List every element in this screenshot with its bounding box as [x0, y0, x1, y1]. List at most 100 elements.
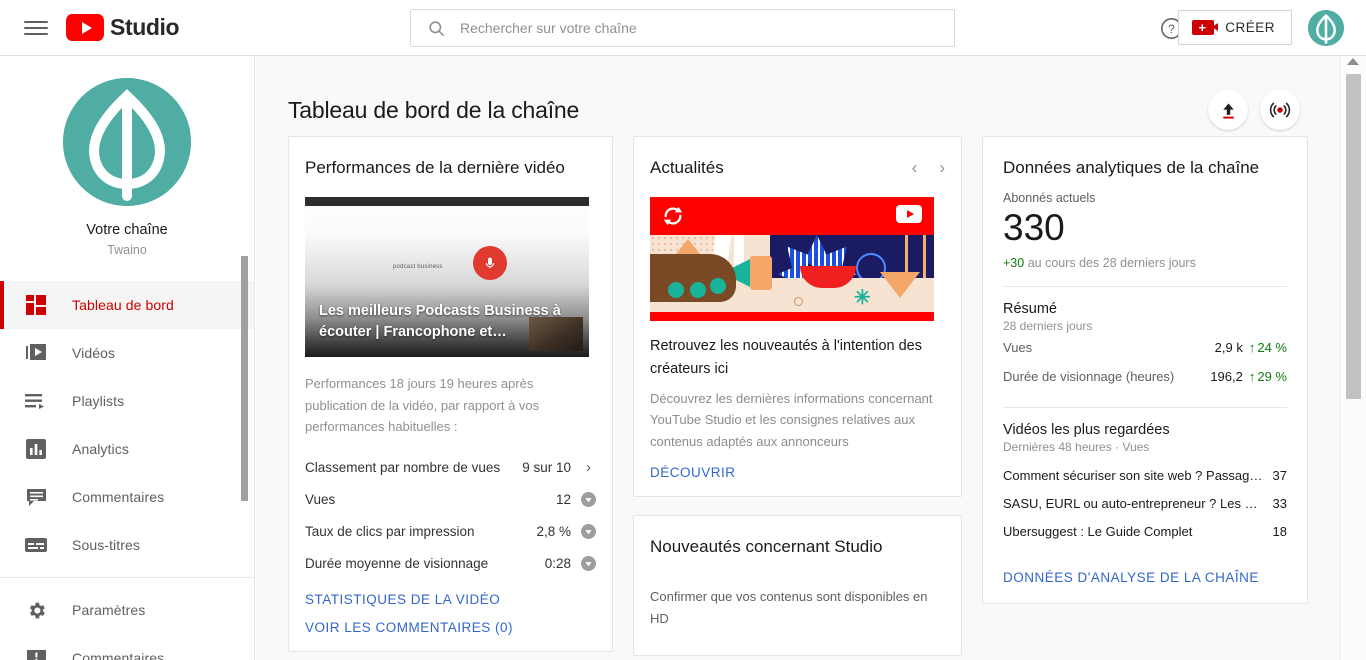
sidebar-item-label: Paramètres	[72, 602, 146, 619]
sidebar-item-feedback[interactable]: Commentaires	[0, 634, 254, 660]
news-header: Actualités ‹ ›	[650, 157, 945, 179]
chevron-left-icon[interactable]: ‹	[912, 158, 918, 178]
browser-chrome-bar	[305, 197, 589, 207]
news-carousel-controls: ‹ ›	[912, 158, 945, 178]
top-video-row[interactable]: Comment sécuriser son site web ? Passag……	[1003, 462, 1287, 490]
channel-analytics-link[interactable]: DONNÉES D'ANALYSE DE LA CHAÎNE	[1003, 546, 1287, 585]
header-actions	[1208, 90, 1300, 130]
top-video-row[interactable]: Ubersuggest : Le Guide Complet 18	[1003, 518, 1287, 546]
stat-label: Taux de clics par impression	[305, 523, 475, 539]
main-content: Tableau de bord de la chaîne Performance…	[256, 56, 1340, 660]
video-thumbnail[interactable]: podcast business Les meilleurs Podcasts …	[305, 197, 589, 358]
last-video-card: Performances de la dernière vidéo podcas…	[288, 136, 613, 653]
hamburger-icon[interactable]	[24, 19, 48, 37]
summary-row-watchtime: Durée de visionnage (heures) 196,2 ↑ 29 …	[1003, 362, 1287, 391]
channel-name: Twaino	[107, 243, 147, 258]
page-scrollbar[interactable]	[1340, 56, 1366, 660]
stat-label: Classement par nombre de vues	[305, 459, 501, 475]
card-title: Performances de la dernière vidéo	[305, 158, 565, 177]
sidebar-item-videos[interactable]: Vidéos	[0, 329, 254, 377]
top-bar: Studio ? + CRÉER	[0, 0, 1366, 56]
summary-value: 2,9 k	[1214, 339, 1243, 355]
leaf-icon	[63, 78, 191, 206]
sidebar-item-label: Playlists	[72, 393, 125, 410]
search-input[interactable]	[460, 20, 954, 36]
summary-period: 28 derniers jours	[1003, 318, 1093, 333]
studio-news-item[interactable]: Confirmer que vos contenus sont disponib…	[650, 586, 945, 629]
news-discover-link[interactable]: DÉCOUVRIR	[650, 452, 945, 480]
top-video-title: SASU, EURL ou auto-entrepreneur ? Les gr…	[1003, 496, 1273, 512]
upload-button[interactable]	[1208, 90, 1248, 130]
top-video-views: 37	[1272, 468, 1287, 484]
divider	[1003, 285, 1287, 287]
top-videos-period: Dernières 48 heures · Vues	[1003, 439, 1150, 454]
trend-up-icon: ↑	[1248, 339, 1256, 355]
youtube-studio-logo[interactable]: Studio	[66, 14, 180, 41]
main-header: Tableau de bord de la chaîne	[256, 56, 1340, 136]
top-videos-title: Vidéos les plus regardées	[1003, 421, 1170, 438]
page-title: Tableau de bord de la chaîne	[288, 96, 580, 123]
summary-label: Durée de visionnage (heures)	[1003, 368, 1175, 384]
dashboard-icon	[24, 293, 48, 317]
performance-description: Performances 18 jours 19 heures après pu…	[305, 376, 540, 434]
subtitles-icon	[24, 533, 48, 557]
microphone-icon	[473, 246, 507, 281]
top-video-views: 18	[1272, 524, 1287, 540]
card-title: Actualités	[650, 158, 724, 177]
sidebar-item-dashboard[interactable]: Tableau de bord	[0, 281, 254, 330]
refresh-icon	[662, 205, 684, 232]
stat-row-ctr: Taux de clics par impression 2,8 %	[305, 515, 596, 547]
scroll-up-arrow-icon[interactable]	[1347, 58, 1359, 65]
subscribers-delta-suffix: au cours des 28 derniers jours	[1024, 255, 1196, 270]
summary-value: 196,2	[1210, 368, 1243, 384]
stat-value: 2,8 %	[536, 523, 571, 539]
upload-icon	[1222, 103, 1234, 119]
video-library-icon	[24, 341, 48, 365]
sidebar-item-settings[interactable]: Paramètres	[0, 586, 254, 634]
youtube-badge-icon	[896, 205, 922, 224]
down-arrow-circle-icon[interactable]	[581, 523, 596, 539]
chevron-right-icon[interactable]: ›	[939, 158, 945, 178]
top-video-views: 33	[1272, 496, 1287, 512]
column-news: Actualités ‹ › ✳ Retrouvez les nouveauté…	[633, 136, 962, 657]
down-arrow-circle-icon[interactable]	[581, 491, 596, 507]
sidebar-item-label: Commentaires	[72, 489, 165, 506]
top-video-title: Ubersuggest : Le Guide Complet	[1003, 524, 1193, 540]
sidebar-item-playlists[interactable]: Playlists	[0, 377, 254, 425]
summary-pct: 29 %	[1257, 368, 1287, 384]
news-headline: Retrouvez les nouveautés à l'intention d…	[650, 338, 922, 377]
news-card: Actualités ‹ › ✳ Retrouvez les nouveauté…	[633, 136, 962, 498]
sidebar-item-analytics[interactable]: Analytics	[0, 425, 254, 473]
stat-label: Vues	[305, 491, 336, 507]
column-last-video: Performances de la dernière vidéo podcas…	[288, 136, 613, 653]
avatar[interactable]	[1308, 10, 1344, 46]
feedback-icon	[24, 646, 48, 660]
subscribers-delta-value: +30	[1003, 255, 1025, 270]
channel-avatar[interactable]	[63, 78, 191, 206]
channel-analytics-card: Données analytiques de la chaîne Abonnés…	[982, 136, 1308, 604]
thumbnail-title-overlay: Les meilleurs Podcasts Business à écoute…	[319, 303, 561, 341]
thumbnail-inner-text: podcast business	[393, 264, 443, 271]
studio-news-card: Nouveautés concernant Studio Confirmer q…	[633, 515, 962, 657]
sidebar-divider	[0, 577, 254, 579]
search-box[interactable]	[410, 9, 955, 47]
dashboard-columns: Performances de la dernière vidéo podcas…	[256, 136, 1340, 657]
stat-row-views: Vues 12	[305, 483, 596, 515]
sidebar-item-subtitles[interactable]: Sous-titres	[0, 521, 254, 569]
go-live-icon	[1269, 102, 1291, 118]
news-illustration[interactable]: ✳	[650, 197, 934, 322]
news-body: Découvrez les dernières informations con…	[650, 391, 933, 449]
down-arrow-circle-icon[interactable]	[581, 555, 596, 571]
scrollbar-thumb[interactable]	[1346, 74, 1361, 399]
top-video-row[interactable]: SASU, EURL ou auto-entrepreneur ? Les gr…	[1003, 490, 1287, 518]
view-comments-link[interactable]: VOIR LES COMMENTAIRES (0)	[305, 607, 596, 635]
sidebar-item-comments[interactable]: Commentaires	[0, 473, 254, 521]
stat-row-ranking[interactable]: Classement par nombre de vues 9 sur 10 ›	[305, 451, 596, 483]
sidebar-nav: Tableau de bord Vidéos Playlists Analyti…	[0, 281, 254, 660]
sidebar-item-label: Commentaires	[72, 650, 165, 660]
create-button[interactable]: + CRÉER	[1178, 10, 1292, 45]
video-analytics-link[interactable]: STATISTIQUES DE LA VIDÉO	[305, 579, 596, 607]
go-live-button[interactable]	[1260, 90, 1300, 130]
chevron-right-icon[interactable]: ›	[581, 459, 596, 476]
sidebar-scrollbar-thumb[interactable]	[241, 256, 248, 501]
